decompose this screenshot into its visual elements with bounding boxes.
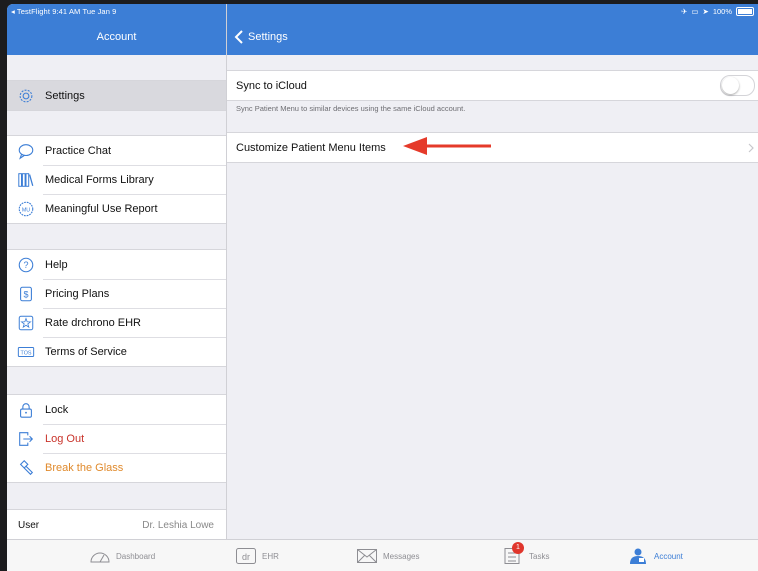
sidebar-item-label: Break the Glass xyxy=(45,461,124,474)
tab-bar: Dashboard dr EHR Messages 1 Tasks Accoun… xyxy=(7,539,758,571)
sidebar: Settings Practice Chat Medical Forms Lib… xyxy=(7,55,226,540)
tab-account[interactable]: Account xyxy=(627,546,683,566)
sidebar-item-label: Rate drchrono EHR xyxy=(45,316,141,329)
sidebar-item-help[interactable]: ? Help xyxy=(7,250,226,279)
svg-text:?: ? xyxy=(23,260,28,270)
customize-patient-menu-label: Customize Patient Menu Items xyxy=(236,141,386,154)
sync-icloud-footnote: Sync Patient Menu to similar devices usi… xyxy=(236,104,466,113)
toggle-knob xyxy=(722,77,739,94)
location-icon: ➤ xyxy=(702,7,709,16)
dollar-icon: $ xyxy=(16,284,36,304)
tab-label: Account xyxy=(654,551,683,561)
chat-bubble-icon xyxy=(16,141,36,161)
svg-text:TOS: TOS xyxy=(21,350,32,356)
sidebar-item-label: Lock xyxy=(45,403,69,416)
sidebar-item-label: Terms of Service xyxy=(45,345,127,358)
tab-label: Dashboard xyxy=(116,551,156,561)
settings-panel: Sync to iCloud Sync Patient Menu to simi… xyxy=(227,55,758,539)
sidebar-item-label: Settings xyxy=(45,89,85,102)
app-window: ◂ TestFlight 9:41 AM Tue Jan 9 ✈ ▭ ➤ 100… xyxy=(7,4,758,571)
tab-tasks[interactable]: 1 Tasks xyxy=(502,542,550,566)
sidebar-item-rate[interactable]: Rate drchrono EHR xyxy=(7,308,226,337)
battery-percent: 100% xyxy=(712,7,732,16)
logout-icon xyxy=(16,429,36,449)
sync-icloud-toggle[interactable] xyxy=(720,75,755,96)
sidebar-item-label: Practice Chat xyxy=(45,144,112,157)
airplane-icon: ✈ xyxy=(681,7,688,16)
sidebar-group-practice: Practice Chat Medical Forms Library MU M… xyxy=(7,135,226,224)
status-bar-left: ◂ TestFlight 9:41 AM Tue Jan 9 xyxy=(11,7,117,16)
sync-icloud-row: Sync to iCloud xyxy=(227,70,758,101)
status-bar-right: ✈ ▭ ➤ 100% xyxy=(681,7,754,16)
lock-icon xyxy=(16,400,36,420)
svg-text:$: $ xyxy=(23,289,28,299)
battery-icon xyxy=(736,7,754,16)
user-row: User Dr. Leshia Lowe xyxy=(7,509,226,540)
back-button[interactable]: Settings xyxy=(233,30,288,44)
sidebar-item-meaningful-use[interactable]: MU Meaningful Use Report xyxy=(7,194,226,223)
sidebar-item-lock[interactable]: Lock xyxy=(7,395,226,424)
tasks-badge: 1 xyxy=(512,542,524,554)
sidebar-group-session: Lock Log Out Break the Glass xyxy=(7,394,226,483)
sidebar-item-label: Pricing Plans xyxy=(45,287,110,300)
tos-icon: TOS xyxy=(16,342,36,362)
sidebar-item-label: Medical Forms Library xyxy=(45,173,154,186)
dr-icon: dr xyxy=(236,548,256,564)
tab-label: Messages xyxy=(383,551,420,561)
hammer-icon xyxy=(16,458,36,478)
tab-label: Tasks xyxy=(529,551,550,561)
sidebar-item-terms[interactable]: TOS Terms of Service xyxy=(7,337,226,366)
chevron-right-icon xyxy=(748,143,754,152)
tab-messages[interactable]: Messages xyxy=(356,546,419,566)
sidebar-item-label: Meaningful Use Report xyxy=(45,202,158,215)
gear-icon xyxy=(16,86,36,106)
sidebar-item-pricing[interactable]: $ Pricing Plans xyxy=(7,279,226,308)
sidebar-item-practice-chat[interactable]: Practice Chat xyxy=(7,136,226,165)
svg-text:dr: dr xyxy=(242,552,250,562)
sidebar-item-label: Log Out xyxy=(45,432,85,445)
sidebar-item-logout[interactable]: Log Out xyxy=(7,424,226,453)
nav-header: ◂ TestFlight 9:41 AM Tue Jan 9 ✈ ▭ ➤ 100… xyxy=(7,4,758,55)
person-icon xyxy=(630,548,646,564)
chevron-left-icon xyxy=(234,30,243,44)
user-label: User xyxy=(18,519,40,531)
speedometer-icon xyxy=(90,552,110,563)
tab-ehr[interactable]: dr EHR xyxy=(235,546,279,566)
envelope-icon xyxy=(357,549,377,563)
mu-badge-icon: MU xyxy=(16,199,36,219)
annotation-arrow-icon xyxy=(403,137,491,155)
sidebar-title: Account xyxy=(96,31,137,43)
sidebar-item-settings[interactable]: Settings xyxy=(7,81,226,110)
tab-label: EHR xyxy=(262,551,279,561)
sidebar-item-break-glass[interactable]: Break the Glass xyxy=(7,453,226,482)
user-name: Dr. Leshia Lowe xyxy=(142,519,214,531)
sidebar-item-medical-forms[interactable]: Medical Forms Library xyxy=(7,165,226,194)
sidebar-group-help: ? Help $ Pricing Plans Rate drchrono EHR… xyxy=(7,249,226,367)
sidebar-item-label: Help xyxy=(45,258,68,271)
books-icon xyxy=(16,170,36,190)
tab-dashboard[interactable]: Dashboard xyxy=(89,546,155,566)
screen-mirror-icon: ▭ xyxy=(691,7,699,16)
back-button-label: Settings xyxy=(248,31,288,43)
star-icon xyxy=(16,313,36,333)
svg-text:MU: MU xyxy=(22,207,30,213)
sidebar-group-settings: Settings xyxy=(7,80,226,111)
question-icon: ? xyxy=(16,255,36,275)
sync-icloud-label: Sync to iCloud xyxy=(236,79,307,92)
